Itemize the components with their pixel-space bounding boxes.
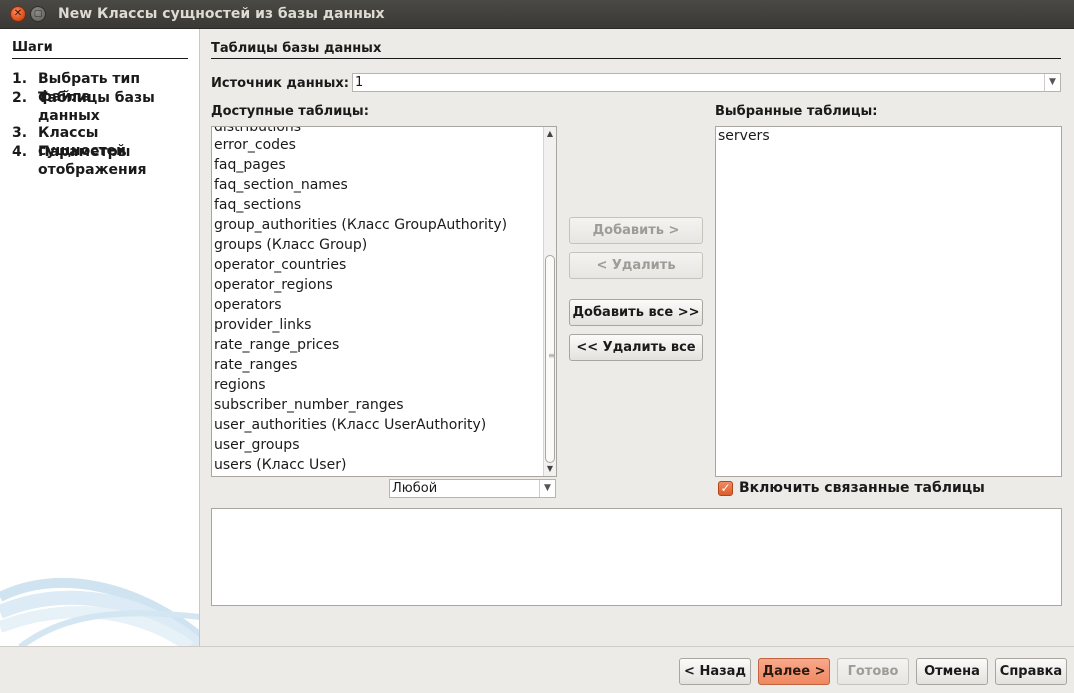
list-item[interactable]: operators <box>214 297 282 313</box>
back-button[interactable]: < Назад <box>679 658 751 685</box>
help-button[interactable]: Справка <box>995 658 1067 685</box>
remove-all-button[interactable]: << Удалить все <box>569 334 703 361</box>
available-tables-scrollbar[interactable]: ▲ ≡ ▼ <box>543 127 556 476</box>
list-item[interactable]: error_codes <box>214 137 296 153</box>
filter-select[interactable]: Любой ▼ <box>389 479 556 498</box>
list-item[interactable]: faq_pages <box>214 157 286 173</box>
step-label: Таблицы базы данных <box>38 90 155 124</box>
scroll-down-icon[interactable]: ▼ <box>544 463 556 475</box>
list-item[interactable]: user_authorities (Класс UserAuthority) <box>214 417 486 433</box>
description-area <box>211 508 1062 606</box>
remove-button[interactable]: < Удалить <box>569 252 703 279</box>
datasource-label: Источник данных: <box>211 76 349 91</box>
datasource-select[interactable]: 1 ▼ <box>352 73 1061 92</box>
list-item[interactable]: distributions <box>214 127 301 135</box>
filter-value: Любой <box>392 481 438 496</box>
steps-title: Шаги <box>12 40 53 55</box>
finish-button[interactable]: Готово <box>837 658 909 685</box>
chevron-down-icon: ▼ <box>1044 74 1060 91</box>
cancel-button[interactable]: Отмена <box>916 658 988 685</box>
step-label: Параметры отображения <box>38 144 147 178</box>
list-item[interactable]: subscriber_number_ranges <box>214 397 404 413</box>
minimize-icon[interactable]: ▢ <box>30 6 46 22</box>
list-item[interactable]: rate_range_prices <box>214 337 339 353</box>
list-item[interactable]: operator_countries <box>214 257 346 273</box>
step-item-4: 4. Параметры отображения <box>12 143 183 179</box>
selected-tables-label: Выбранные таблицы: <box>715 104 878 119</box>
footer-divider <box>0 646 1074 647</box>
datasource-value: 1 <box>355 75 364 90</box>
close-icon[interactable]: ✕ <box>10 6 26 22</box>
list-item[interactable]: provider_links <box>214 317 311 333</box>
scroll-thumb[interactable]: ≡ <box>545 255 555 463</box>
list-item[interactable]: faq_section_names <box>214 177 348 193</box>
list-item[interactable]: rate_ranges <box>214 357 297 373</box>
add-button[interactable]: Добавить > <box>569 217 703 244</box>
window-titlebar: ✕ ▢ New Классы сущностей из базы данных <box>0 0 1074 29</box>
window-title: New Классы сущностей из базы данных <box>58 6 385 22</box>
available-tables-list[interactable]: distributions error_codes faq_pages faq_… <box>211 126 557 477</box>
grip-icon: ≡ <box>548 351 555 360</box>
steps-panel: Шаги 1. Выбрать тип файла 2. Таблицы базы … <box>0 29 200 646</box>
scroll-up-icon[interactable]: ▲ <box>544 128 556 140</box>
list-item[interactable]: servers <box>718 128 770 144</box>
decorative-swoosh <box>0 577 199 646</box>
selected-tables-list[interactable]: servers <box>715 126 1062 477</box>
step-item-2: 2. Таблицы базы данных <box>12 89 183 125</box>
include-related-label: Включить связанные таблицы <box>739 480 985 496</box>
list-item[interactable]: group_authorities (Класс GroupAuthority) <box>214 217 507 233</box>
list-item[interactable]: operator_regions <box>214 277 333 293</box>
list-item[interactable]: groups (Класс Group) <box>214 237 367 253</box>
add-all-button[interactable]: Добавить все >> <box>569 299 703 326</box>
steps-divider <box>12 58 188 59</box>
list-item[interactable]: user_groups <box>214 437 300 453</box>
next-button[interactable]: Далее > <box>758 658 830 685</box>
list-item[interactable]: faq_sections <box>214 197 301 213</box>
available-tables-label: Доступные таблицы: <box>211 104 369 119</box>
include-related-checkbox[interactable]: ✓ <box>718 481 733 496</box>
section-title: Таблицы базы данных <box>211 41 382 56</box>
list-item[interactable]: users (Класс User) <box>214 457 346 473</box>
chevron-down-icon: ▼ <box>539 480 555 497</box>
section-divider <box>211 58 1061 59</box>
list-item[interactable]: regions <box>214 377 266 393</box>
